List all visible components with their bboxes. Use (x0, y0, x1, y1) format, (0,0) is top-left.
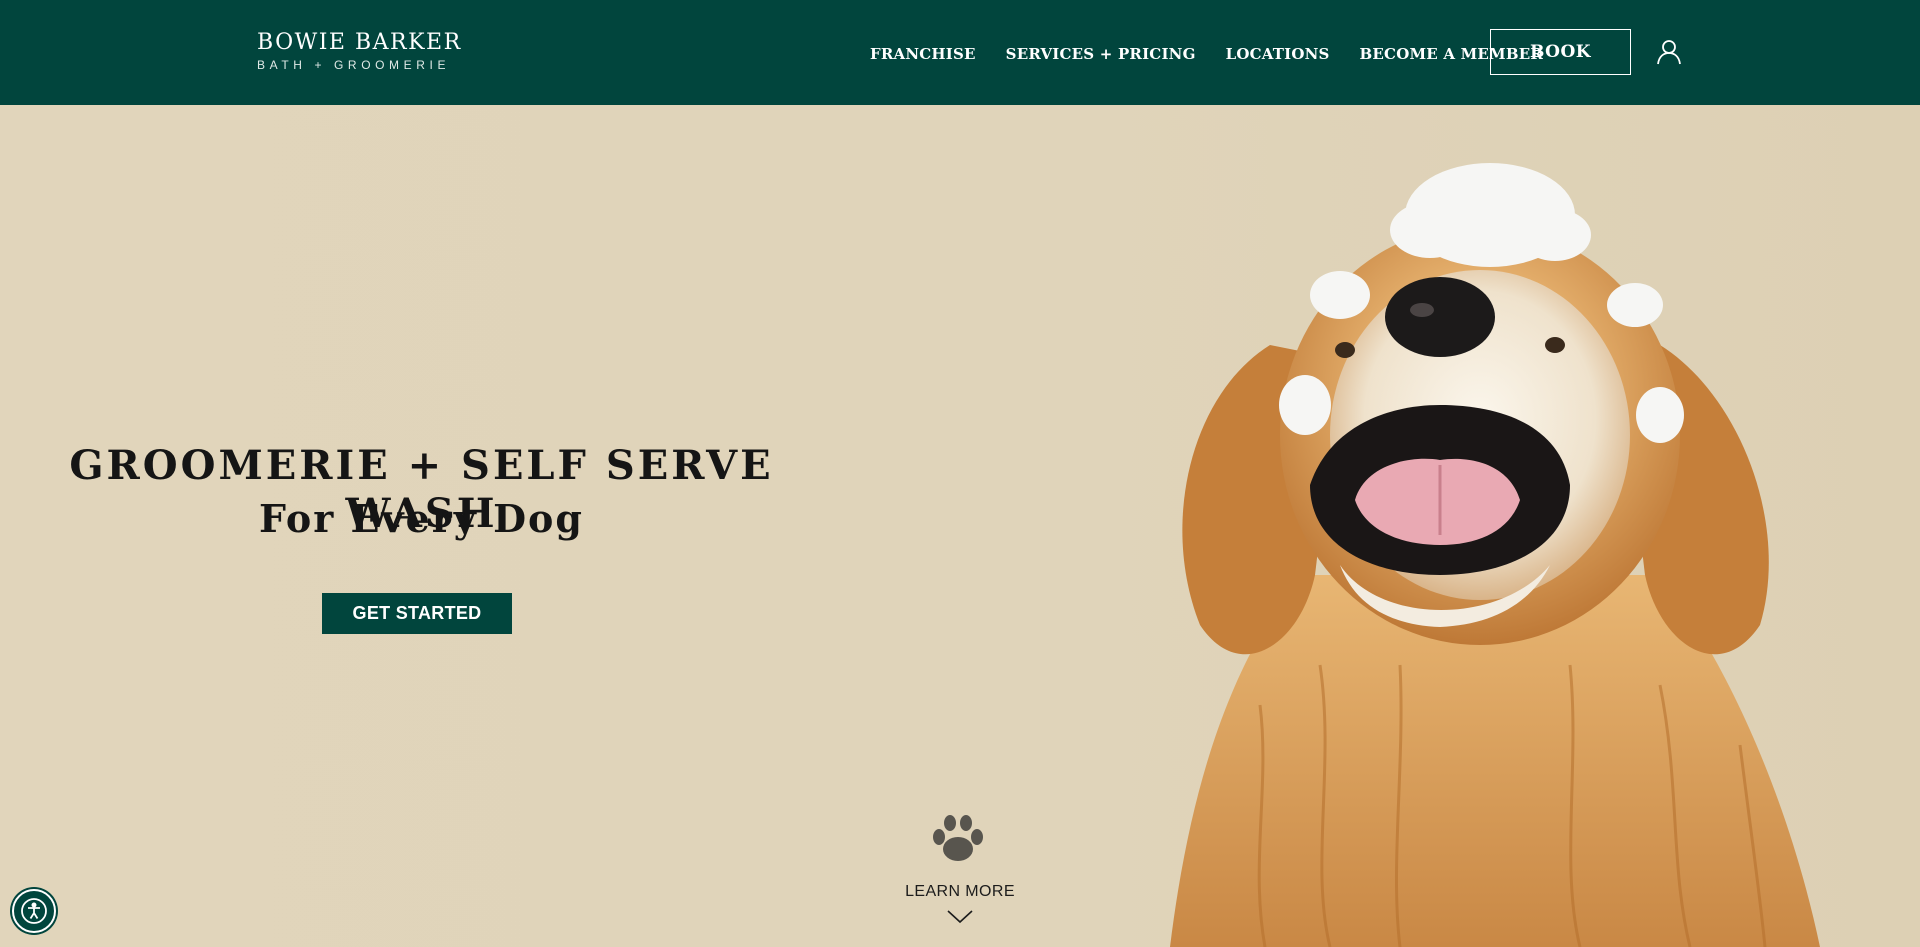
brand-logo[interactable]: BOWIE BARKER BATH + GROOMERIE (257, 31, 462, 73)
chevron-down-icon[interactable] (946, 908, 974, 926)
hero-subtitle: For Every Dog (259, 496, 584, 541)
hero-section: GROOMERIE + SELF SERVE WASH For Every Do… (0, 105, 1920, 947)
logo-wordmark: BOWIE BARKER (257, 30, 462, 55)
learn-more-link[interactable]: LEARN MORE (860, 883, 1060, 901)
accessibility-icon (21, 898, 47, 924)
paw-print-icon (933, 815, 983, 861)
hero-dog-image (1170, 163, 1820, 947)
book-button[interactable]: BOOK (1490, 29, 1631, 75)
site-header: BOWIE BARKER BATH + GROOMERIE FRANCHISE … (0, 0, 1920, 105)
nav-item-services-pricing[interactable]: SERVICES + PRICING (1006, 44, 1196, 64)
nav-item-franchise[interactable]: FRANCHISE (870, 44, 976, 64)
logo-tagline: BATH + GROOMERIE (257, 58, 451, 72)
user-icon[interactable] (1656, 39, 1682, 65)
get-started-button[interactable]: GET STARTED (322, 593, 512, 634)
main-nav: FRANCHISE SERVICES + PRICING LOCATIONS B… (870, 44, 1573, 64)
nav-item-locations[interactable]: LOCATIONS (1226, 44, 1330, 64)
accessibility-button[interactable] (12, 889, 56, 933)
